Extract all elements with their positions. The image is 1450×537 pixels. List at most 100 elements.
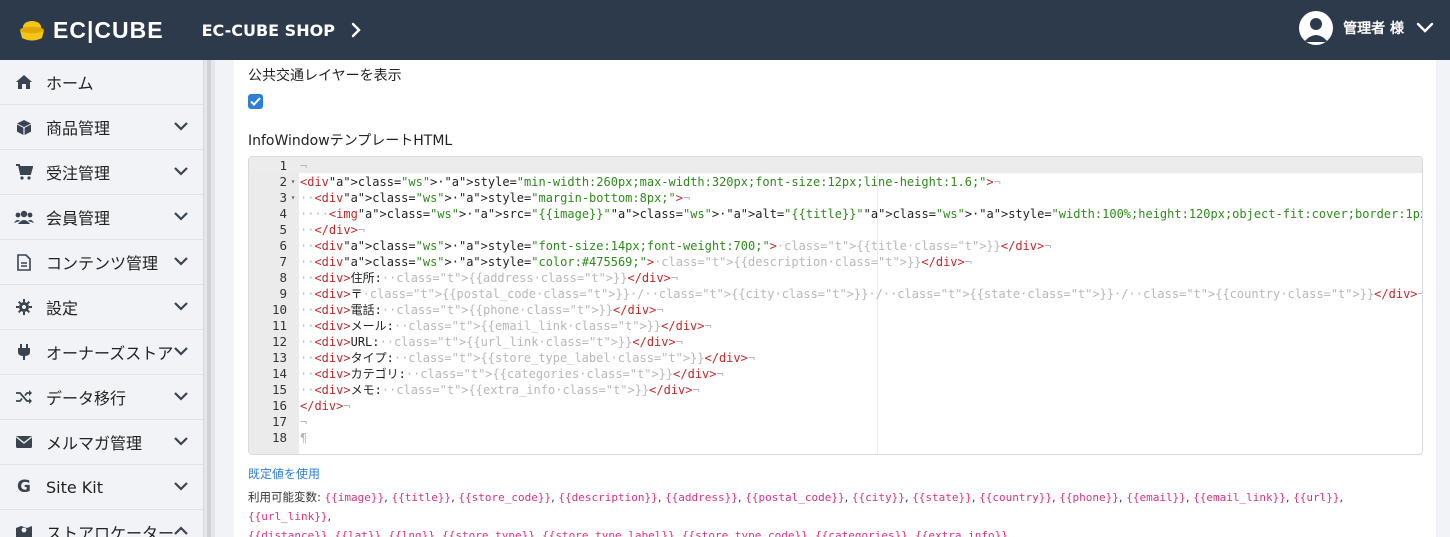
- sidebar-item-store-locator[interactable]: ストアロケーター: [0, 510, 203, 537]
- sidebar-item-products[interactable]: 商品管理: [0, 105, 203, 150]
- variable-token: {{store_type_code}}: [681, 529, 808, 537]
- sidebar: ホーム 商品管理 受注管理 会員管理 コンテンツ管理 設定 オーナーズストア デ…: [0, 60, 203, 537]
- sidebar-item-owners-store[interactable]: オーナーズストア: [0, 330, 203, 375]
- code-line[interactable]: 2 ▾ <div"a">class="ws">·"a">style="min-wid…: [249, 174, 1422, 190]
- use-default-link[interactable]: 既定値を使用: [248, 465, 320, 482]
- code-text: ··<div"a">class="ws">·"a">style="margin-…: [300, 191, 691, 205]
- sidebar-item-label: オーナーズストア: [46, 344, 174, 363]
- chevron-down-icon: [174, 347, 188, 356]
- variable-token: {{categories}}: [815, 529, 908, 537]
- ec-cube-logo[interactable]: EC|CUBE: [17, 0, 164, 60]
- variable-token: {{store_type_label}}: [542, 529, 675, 537]
- code-text: ··<div>〒·class="t">{{postal_code·class="…: [300, 287, 1422, 301]
- sidebar-item-data-migration[interactable]: データ移行: [0, 375, 203, 420]
- code-line[interactable]: 9 ··<div>〒·class="t">{{postal_code·class=…: [249, 286, 1422, 302]
- code-text: ¬: [300, 159, 308, 173]
- sidebar-item-site-kit[interactable]: G Site Kit: [0, 465, 203, 510]
- cube-icon: [14, 117, 34, 137]
- transit-layer-checkbox[interactable]: [248, 94, 263, 109]
- code-text: </div>¬: [300, 399, 351, 413]
- envelope-icon: [14, 432, 34, 452]
- variable-token: {{title}}: [391, 491, 452, 504]
- variable-token: {{email_link}}: [1193, 491, 1286, 504]
- code-line[interactable]: 14 ··<div>カテゴリ:··class="t">{{categories·c…: [249, 366, 1422, 382]
- code-line[interactable]: 1 ¬: [249, 158, 1422, 174]
- chevron-down-icon: [174, 257, 188, 266]
- sidebar-item-mail-magazine[interactable]: メルマガ管理: [0, 420, 203, 465]
- line-number: 17: [271, 414, 287, 429]
- vars-line-1: 利用可能変数: {{image}}, {{title}}, {{store_co…: [248, 490, 1344, 523]
- sidebar-item-label: ストアロケーター: [46, 524, 175, 537]
- sidebar-item-settings[interactable]: 設定: [0, 285, 203, 330]
- code-line[interactable]: 18 ¶: [249, 430, 1422, 446]
- available-variables: 利用可能変数: {{image}}, {{title}}, {{store_co…: [248, 488, 1423, 537]
- chevron-down-icon: [174, 212, 188, 221]
- line-number: 3: [279, 190, 287, 205]
- file-icon: [14, 252, 34, 272]
- sidebar-item-label: ホーム: [46, 74, 94, 93]
- sidebar-item-orders[interactable]: 受注管理: [0, 150, 203, 195]
- sidebar-scrollbar[interactable]: [203, 60, 215, 537]
- fold-toggle-icon[interactable]: ▾: [287, 190, 299, 206]
- line-number: 14: [271, 366, 287, 381]
- sidebar-item-customers[interactable]: 会員管理: [0, 195, 203, 240]
- chevron-down-icon: [174, 392, 188, 401]
- code-line[interactable]: 10 ··<div>電話:··class="t">{{phone·class="t…: [249, 302, 1422, 318]
- code-editor[interactable]: 1 ¬ 2 ▾ <div"a">class="ws">·"a">style="min-w…: [248, 156, 1423, 455]
- code-line[interactable]: 16 </div>¬: [249, 398, 1422, 414]
- shop-link[interactable]: EC-CUBE SHOP: [202, 21, 361, 40]
- sidebar-item-label: 設定: [46, 299, 79, 318]
- gear-icon: [14, 297, 34, 317]
- google-icon: G: [17, 477, 31, 497]
- line-number: 4: [279, 206, 287, 221]
- code-line[interactable]: 5 ··</div>¬: [249, 222, 1422, 238]
- sidebar-item-contents[interactable]: コンテンツ管理: [0, 240, 203, 285]
- vars-line-2: {{distance}}, {{lat}}, {{lng}}, {{store_…: [248, 526, 1423, 537]
- code-line[interactable]: 8 ··<div>住所:··class="t">{{address·class="…: [249, 270, 1422, 286]
- chevron-down-icon: [174, 302, 188, 311]
- variable-token: {{email}}: [1126, 491, 1186, 504]
- editor-lines[interactable]: 1 ¬ 2 ▾ <div"a">class="ws">·"a">style="min-w…: [249, 158, 1422, 446]
- code-text: ··</div>¬: [300, 223, 366, 237]
- user-menu[interactable]: 管理者 様: [1299, 11, 1434, 45]
- code-line[interactable]: 17 ¬: [249, 414, 1422, 430]
- code-line[interactable]: 6 ··<div"a">class="ws">·"a">style="font-s…: [249, 238, 1422, 254]
- chevron-down-icon: [174, 167, 188, 176]
- variable-token: {{image}}: [324, 491, 385, 504]
- code-text: ··<div>電話:··class="t">{{phone·class="t">…: [300, 303, 664, 317]
- code-line[interactable]: 3 ▾ ··<div"a">class="ws">·"a">style="margi…: [249, 190, 1422, 206]
- cart-icon: [14, 162, 34, 182]
- variable-token: {{postal_code}}: [745, 491, 845, 504]
- code-line[interactable]: 4 ····<img"a">class="ws">·"a">src="{{imag…: [249, 206, 1422, 222]
- code-line[interactable]: 15 ··<div>メモ:··class="t">{{extra_info·cla…: [249, 382, 1422, 398]
- code-line[interactable]: 11 ··<div>メール:··class="t">{{email_link·cl…: [249, 318, 1422, 334]
- map-icon: [14, 522, 34, 537]
- users-icon: [14, 207, 34, 227]
- sidebar-item-home[interactable]: ホーム: [0, 60, 203, 105]
- line-number: 15: [271, 382, 287, 397]
- sidebar-item-label: 商品管理: [46, 119, 111, 138]
- code-text: ··<div"a">class="ws">·"a">style="font-si…: [300, 239, 1052, 253]
- sidebar-item-label: データ移行: [46, 389, 127, 408]
- plug-icon: [14, 342, 34, 362]
- line-number: 1: [279, 158, 287, 173]
- line-number: 2: [279, 174, 287, 189]
- variable-token: {{extra_info}}: [915, 529, 1008, 537]
- line-number: 7: [279, 254, 287, 269]
- line-number: 18: [271, 430, 287, 445]
- line-number: 13: [271, 350, 287, 365]
- app-header: EC|CUBE EC-CUBE SHOP 管理者 様: [0, 0, 1450, 60]
- transit-layer-label: 公共交通レイヤーを表示: [248, 68, 402, 84]
- variable-token: {{city}}: [851, 491, 905, 504]
- logo-bowl-icon: [20, 21, 44, 41]
- code-line[interactable]: 13 ··<div>タイプ:··class="t">{{store_type_la…: [249, 350, 1422, 366]
- code-line[interactable]: 12 ··<div>URL:··class="t">{{url_link·clas…: [249, 334, 1422, 350]
- line-number: 16: [271, 398, 287, 413]
- variable-token: {{lng}}: [388, 529, 435, 537]
- line-number: 10: [271, 302, 287, 317]
- fold-toggle-icon[interactable]: ▾: [287, 174, 299, 190]
- code-line[interactable]: 7 ··<div"a">class="ws">·"a">style="color:…: [249, 254, 1422, 270]
- chevron-up-icon: [174, 526, 188, 535]
- user-name: 管理者 様: [1343, 21, 1404, 37]
- code-text: ··<div>カテゴリ:··class="t">{{categories·cla…: [300, 367, 724, 381]
